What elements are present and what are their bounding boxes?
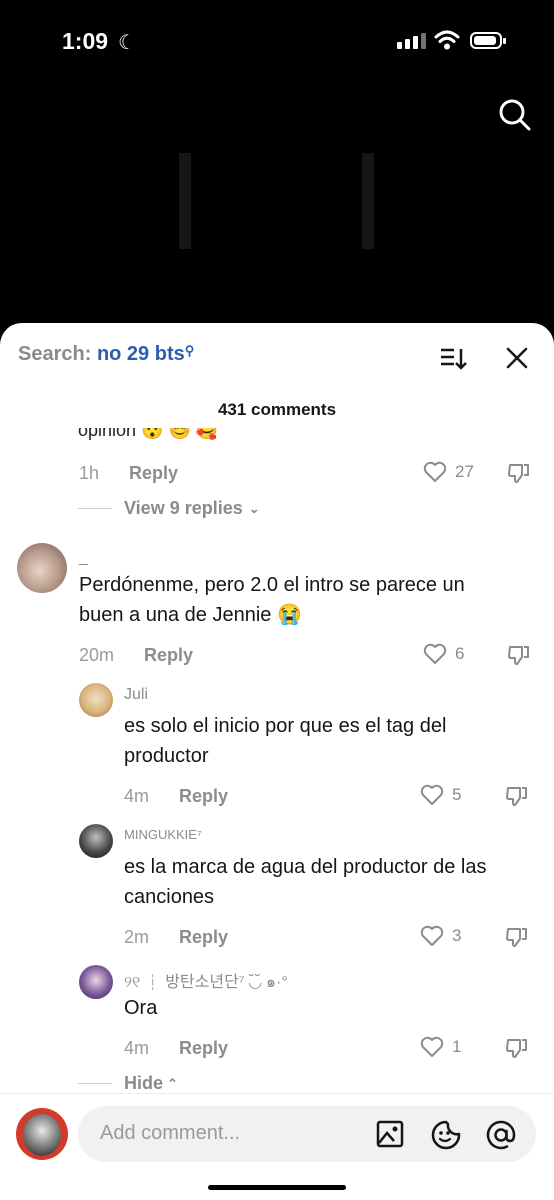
image-icon[interactable]	[376, 1120, 404, 1148]
comment-count: 431 comments	[217, 400, 337, 419]
comment-time: 20m	[79, 645, 115, 665]
moon-icon: ☾	[118, 32, 136, 54]
search-icon[interactable]	[498, 98, 532, 132]
like-button[interactable]: 3	[420, 925, 461, 947]
reply-button[interactable]: Reply	[179, 1038, 228, 1058]
like-button[interactable]: 6	[423, 643, 464, 665]
reply-button[interactable]: Reply	[144, 645, 193, 665]
like-button[interactable]: 1	[420, 1036, 461, 1058]
comment-input[interactable]: Add comment...	[78, 1106, 536, 1162]
search-query[interactable]: no 29 bts	[97, 343, 185, 365]
comment-time: 1h	[79, 463, 100, 483]
reply-button[interactable]: Reply	[129, 463, 178, 483]
comment-text: Perdónenme, pero 2.0 el intro se parece …	[79, 574, 465, 626]
comment-composer: Add comment...	[0, 1093, 554, 1200]
reply-text: Ora	[124, 997, 158, 1019]
like-count: 27	[455, 462, 474, 481]
reply-username[interactable]: Juli	[124, 686, 148, 704]
status-time: 1:09	[62, 28, 109, 54]
like-button[interactable]: 27	[423, 461, 474, 483]
dislike-icon[interactable]	[505, 925, 529, 949]
reply-username[interactable]: MINGUKKIE⁷	[124, 827, 202, 842]
comment-username[interactable]: _	[79, 549, 88, 567]
reply-username[interactable]: ୨୧ ┆ 방탄소년단⁷ ◟̆◞̆ ๑·°	[124, 968, 288, 995]
comment-placeholder: Add comment...	[100, 1122, 241, 1144]
reply-time: 2m	[124, 927, 150, 947]
reply-button[interactable]: Reply	[179, 927, 228, 947]
reply-meta: 4m Reply	[124, 786, 228, 807]
heart-icon	[420, 925, 444, 946]
view-replies-button[interactable]: View 9 replies ⌄	[78, 498, 260, 519]
home-indicator	[208, 1185, 346, 1190]
heart-icon	[420, 784, 444, 805]
avatar[interactable]	[79, 824, 113, 858]
heart-icon	[423, 461, 447, 482]
hide-label: Hide	[124, 1073, 164, 1093]
comment-text-partial: opinion 😯 😊 🥰	[78, 428, 219, 440]
sort-icon[interactable]	[440, 347, 468, 371]
heart-icon	[423, 643, 447, 664]
dislike-icon[interactable]	[507, 461, 531, 485]
hide-replies-button[interactable]: Hide ⌃	[78, 1073, 178, 1094]
reply-time: 4m	[124, 786, 150, 806]
reply-time: 4m	[124, 1038, 150, 1058]
comment-meta: 20m Reply	[79, 645, 193, 666]
like-button[interactable]: 5	[420, 784, 461, 806]
signal-icon	[397, 33, 426, 49]
comment-meta: 1h Reply	[79, 463, 178, 484]
wifi-icon	[434, 30, 460, 50]
chevron-up-icon: ⌃	[167, 1075, 178, 1091]
video-bar	[362, 153, 374, 249]
reply-text: es la marca de agua del productor de las…	[124, 856, 487, 908]
dislike-icon[interactable]	[505, 1036, 529, 1060]
video-bar	[179, 153, 191, 249]
search-query-link[interactable]: Search: no 29 bts⚲	[18, 343, 194, 366]
status-bar: 1:09 ☾	[0, 0, 554, 90]
battery-icon	[470, 32, 506, 49]
mention-icon[interactable]	[486, 1120, 516, 1150]
like-count: 1	[452, 1037, 462, 1056]
view-replies-label: View 9 replies	[124, 498, 243, 518]
reply-meta: 2m Reply	[124, 927, 228, 948]
like-count: 5	[452, 785, 462, 804]
dislike-icon[interactable]	[507, 643, 531, 667]
reply-text: es solo el inicio por que es el tag del …	[124, 715, 447, 767]
avatar[interactable]	[79, 965, 113, 999]
close-icon[interactable]	[506, 347, 528, 369]
comments-sheet: Search: no 29 bts⚲ 431 comments opinion …	[0, 323, 554, 1200]
chevron-down-icon: ⌄	[248, 500, 260, 516]
like-count: 6	[455, 644, 465, 663]
reply-meta: 4m Reply	[124, 1038, 228, 1059]
avatar[interactable]	[17, 543, 67, 593]
search-label: Search:	[18, 343, 92, 365]
heart-icon	[420, 1036, 444, 1057]
search-small-icon: ⚲	[184, 343, 195, 358]
dislike-icon[interactable]	[505, 784, 529, 808]
reply-button[interactable]: Reply	[179, 786, 228, 806]
like-count: 3	[452, 926, 462, 945]
avatar[interactable]	[16, 1108, 68, 1160]
sticker-icon[interactable]	[431, 1120, 461, 1150]
avatar[interactable]	[79, 683, 113, 717]
